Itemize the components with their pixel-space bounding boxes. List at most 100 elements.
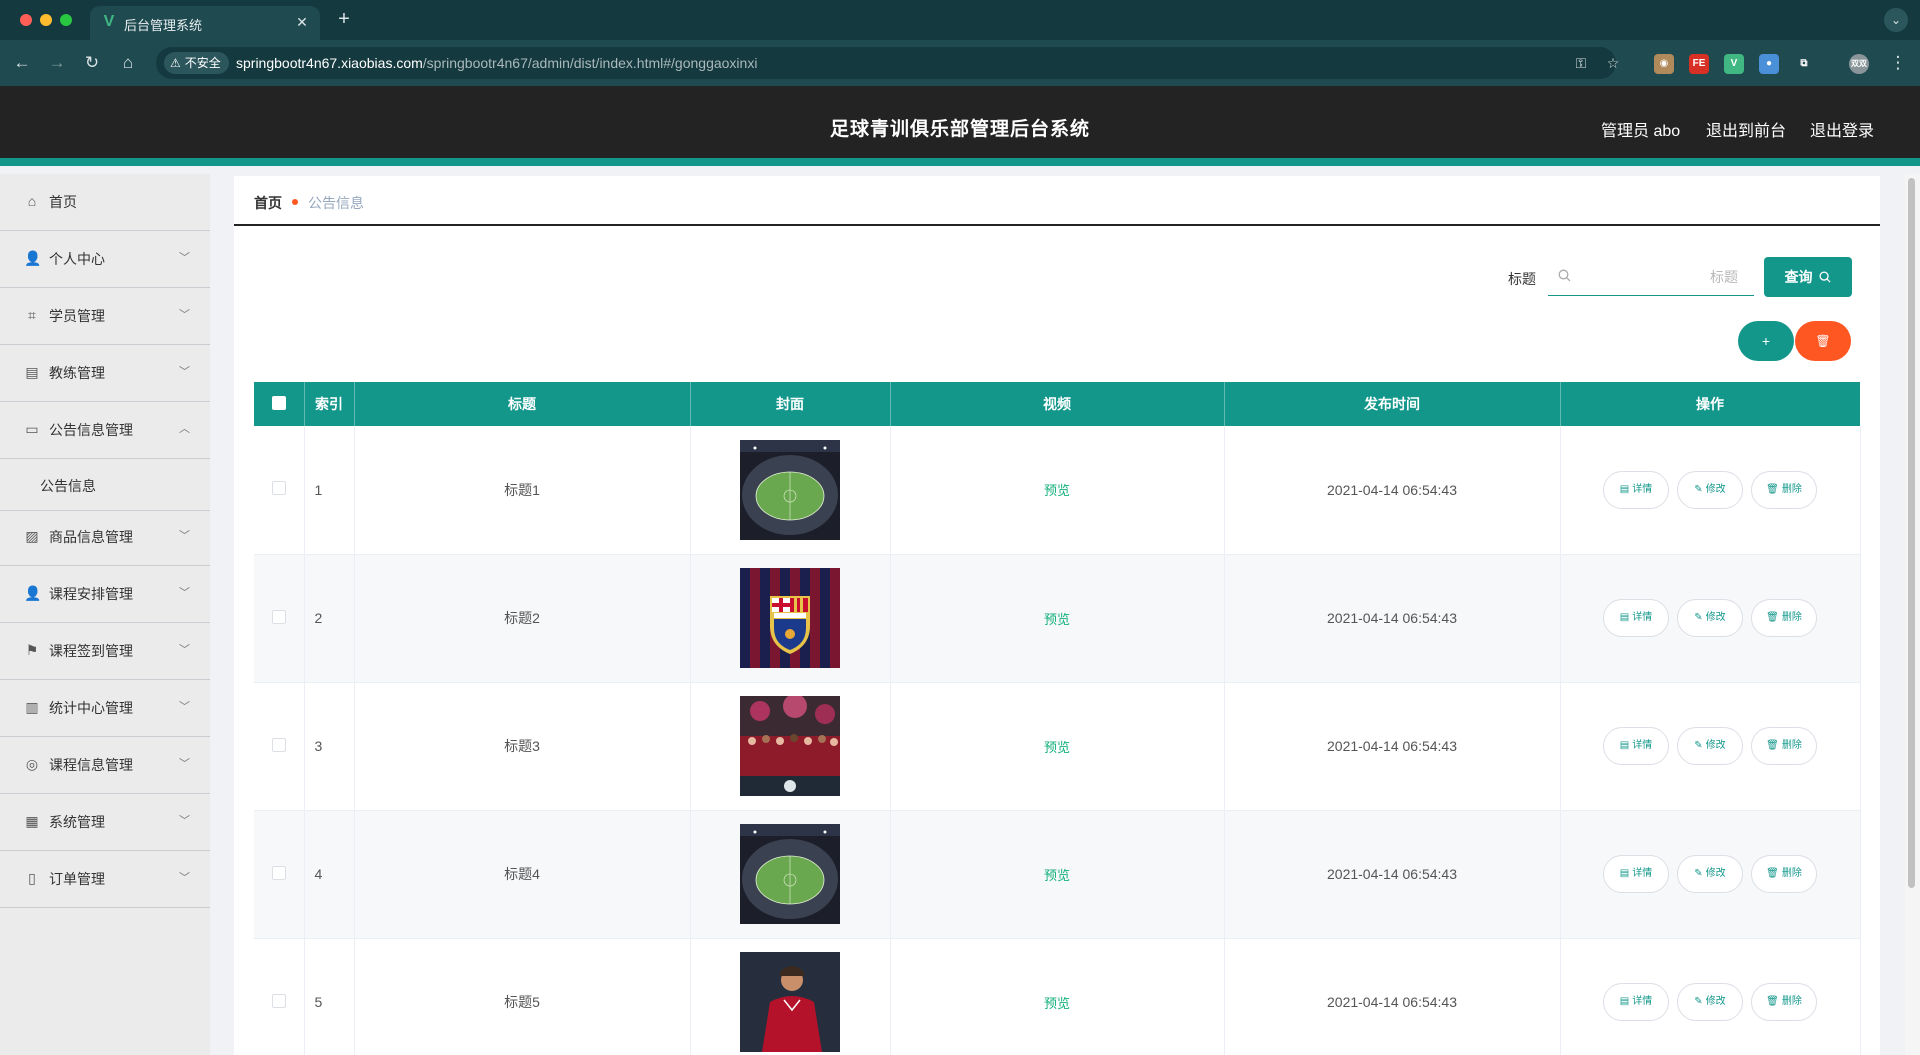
url-text[interactable]: springbootr4n67.xiaobias.com/springbootr…: [236, 55, 757, 71]
column-header: 操作: [1560, 382, 1861, 426]
column-header: 封面: [690, 382, 891, 426]
preview-link[interactable]: 预览: [1044, 483, 1070, 498]
sidebar-item-label: 个人中心: [49, 251, 105, 267]
back-icon[interactable]: ←: [10, 51, 34, 75]
select-all-header[interactable]: [254, 382, 305, 426]
add-button[interactable]: +: [1738, 321, 1794, 361]
detail-button[interactable]: ▤ 详情: [1603, 599, 1669, 637]
sidebar: ⌂ 首页 👤 个人中心 ﹀ ⌗ 学员管理 ﹀ ▤ 教练管理 ﹀ ▭ 公告信息管理 ︿ 公告信息 ▨ 商品信息管理…: [0, 174, 210, 1055]
detail-button[interactable]: ▤ 详情: [1603, 727, 1669, 765]
breadcrumb-home[interactable]: 首页: [254, 193, 282, 213]
fcb-crest-image[interactable]: [740, 568, 840, 668]
row-checkbox[interactable]: [271, 737, 286, 752]
row-title: 标题1: [354, 426, 691, 555]
sidebar-item[interactable]: ▥ 统计中心管理 ﹀: [0, 680, 210, 737]
main-content: 首页 公告信息 标题 查询 + 🗑 索引 标题 封面 视频 发布时间 操作: [234, 176, 1880, 1055]
delete-button[interactable]: 🗑 删除: [1751, 983, 1817, 1021]
edit-button[interactable]: ✎ 修改: [1677, 727, 1743, 765]
address-bar[interactable]: ⚠ 不安全 springbootr4n67.xiaobias.com/spring…: [156, 47, 1619, 79]
row-video-cell: 预览: [890, 938, 1225, 1055]
row-cover-cell: [690, 682, 891, 811]
team-celebration-image[interactable]: [740, 694, 840, 796]
query-button[interactable]: 查询: [1764, 257, 1852, 297]
row-actions: ▤ 详情 ✎ 修改 🗑 删除: [1560, 938, 1861, 1055]
row-index: 4: [304, 810, 355, 939]
window-maximize-button[interactable]: [60, 14, 72, 26]
ext-cookie-icon[interactable]: ◉: [1654, 54, 1674, 74]
batch-delete-button[interactable]: 🗑: [1795, 321, 1851, 361]
row-publish-time: 2021-04-14 06:54:43: [1224, 682, 1561, 811]
edit-button[interactable]: ✎ 修改: [1677, 983, 1743, 1021]
ext-fe-icon[interactable]: FE: [1689, 54, 1709, 74]
delete-button[interactable]: 🗑 删除: [1751, 855, 1817, 893]
row-title: 标题2: [354, 554, 691, 683]
chevron-down-icon: ﹀: [179, 701, 190, 713]
logout-link[interactable]: 退出登录: [1810, 117, 1874, 141]
ext-vue-icon[interactable]: V: [1724, 54, 1744, 74]
sidebar-item[interactable]: ▤ 教练管理 ﹀: [0, 345, 210, 402]
detail-button[interactable]: ▤ 详情: [1603, 470, 1669, 509]
stadium-image[interactable]: [740, 439, 840, 540]
sidebar-item[interactable]: ⌗ 学员管理 ﹀: [0, 288, 210, 345]
key-icon[interactable]: ⚿: [1572, 54, 1590, 72]
exit-to-front-link[interactable]: 退出到前台: [1706, 117, 1786, 141]
sidebar-subitem-announcements[interactable]: 公告信息: [0, 459, 210, 511]
detail-button[interactable]: ▤ 详情: [1603, 983, 1669, 1021]
row-title: 标题3: [354, 682, 691, 811]
sidebar-item[interactable]: 👤 个人中心 ﹀: [0, 231, 210, 288]
window-close-button[interactable]: [20, 14, 32, 26]
browser-menu-icon[interactable]: ⋮: [1886, 51, 1910, 75]
reload-icon[interactable]: ↻: [80, 51, 104, 75]
edit-button[interactable]: ✎ 修改: [1677, 855, 1743, 893]
sidebar-item[interactable]: ⚑ 课程签到管理 ﹀: [0, 623, 210, 680]
url-host: springbootr4n67.xiaobias.com: [236, 55, 423, 71]
sidebar-item-label: 公告信息管理: [49, 422, 133, 438]
search-field[interactable]: [1548, 258, 1754, 296]
preview-link[interactable]: 预览: [1044, 740, 1070, 755]
sidebar-item[interactable]: ▯ 订单管理 ﹀: [0, 851, 210, 908]
tab-close-icon[interactable]: ✕: [294, 14, 310, 30]
preview-link[interactable]: 预览: [1044, 996, 1070, 1011]
sidebar-item[interactable]: ▦ 系统管理 ﹀: [0, 794, 210, 851]
delete-button[interactable]: 🗑 删除: [1751, 599, 1817, 637]
new-tab-button[interactable]: +: [332, 8, 356, 32]
sidebar-item[interactable]: ◎ 课程信息管理 ﹀: [0, 737, 210, 794]
ext-pin-icon[interactable]: ●: [1759, 54, 1779, 74]
chevron-up-icon: ︿: [179, 423, 190, 435]
search-title-input[interactable]: [1578, 262, 1738, 292]
sidebar-item[interactable]: 👤 课程安排管理 ﹀: [0, 566, 210, 623]
profile-avatar[interactable]: 双双: [1849, 54, 1869, 74]
ext-puzzle-icon[interactable]: ⧉: [1794, 54, 1814, 74]
delete-button[interactable]: 🗑 删除: [1751, 470, 1817, 509]
edit-button-label: 修改: [1705, 740, 1726, 751]
edit-button[interactable]: ✎ 修改: [1677, 599, 1743, 637]
preview-link[interactable]: 预览: [1044, 612, 1070, 627]
sidebar-subitem-label: 公告信息: [40, 478, 96, 494]
row-checkbox[interactable]: [271, 481, 286, 496]
page-scrollbar[interactable]: [1905, 174, 1920, 1055]
player-image[interactable]: [740, 952, 840, 1052]
sidebar-item[interactable]: ⌂ 首页: [0, 174, 210, 231]
bookmark-star-icon[interactable]: ☆: [1604, 54, 1622, 72]
select-all-checkbox[interactable]: [271, 395, 286, 410]
stadium-image[interactable]: [740, 824, 840, 924]
sidebar-item[interactable]: ▭ 公告信息管理 ︿: [0, 402, 210, 459]
home-icon[interactable]: ⌂: [116, 51, 140, 75]
delete-button[interactable]: 🗑 删除: [1751, 727, 1817, 765]
preview-link[interactable]: 预览: [1044, 868, 1070, 883]
row-checkbox[interactable]: [271, 609, 286, 624]
forward-icon[interactable]: →: [45, 51, 69, 75]
row-checkbox[interactable]: [271, 865, 286, 880]
edit-button[interactable]: ✎ 修改: [1677, 470, 1743, 509]
sidebar-item[interactable]: ▨ 商品信息管理 ﹀: [0, 509, 210, 566]
tab-search-button[interactable]: ⌄: [1884, 8, 1908, 32]
window-minimize-button[interactable]: [40, 14, 52, 26]
scrollbar-thumb[interactable]: [1908, 178, 1915, 888]
browser-tab[interactable]: V 后台管理系统 ✕: [90, 6, 320, 40]
pencil-icon: ✎: [1694, 483, 1703, 495]
security-chip[interactable]: ⚠ 不安全: [164, 52, 229, 74]
column-header: 标题: [354, 382, 691, 426]
table-row: 2 标题2 预览 2021-04-14 06:54:43 ▤ 详情 ✎ 修改 🗑 删除: [254, 554, 1861, 683]
row-checkbox[interactable]: [271, 993, 286, 1008]
detail-button[interactable]: ▤ 详情: [1603, 855, 1669, 893]
